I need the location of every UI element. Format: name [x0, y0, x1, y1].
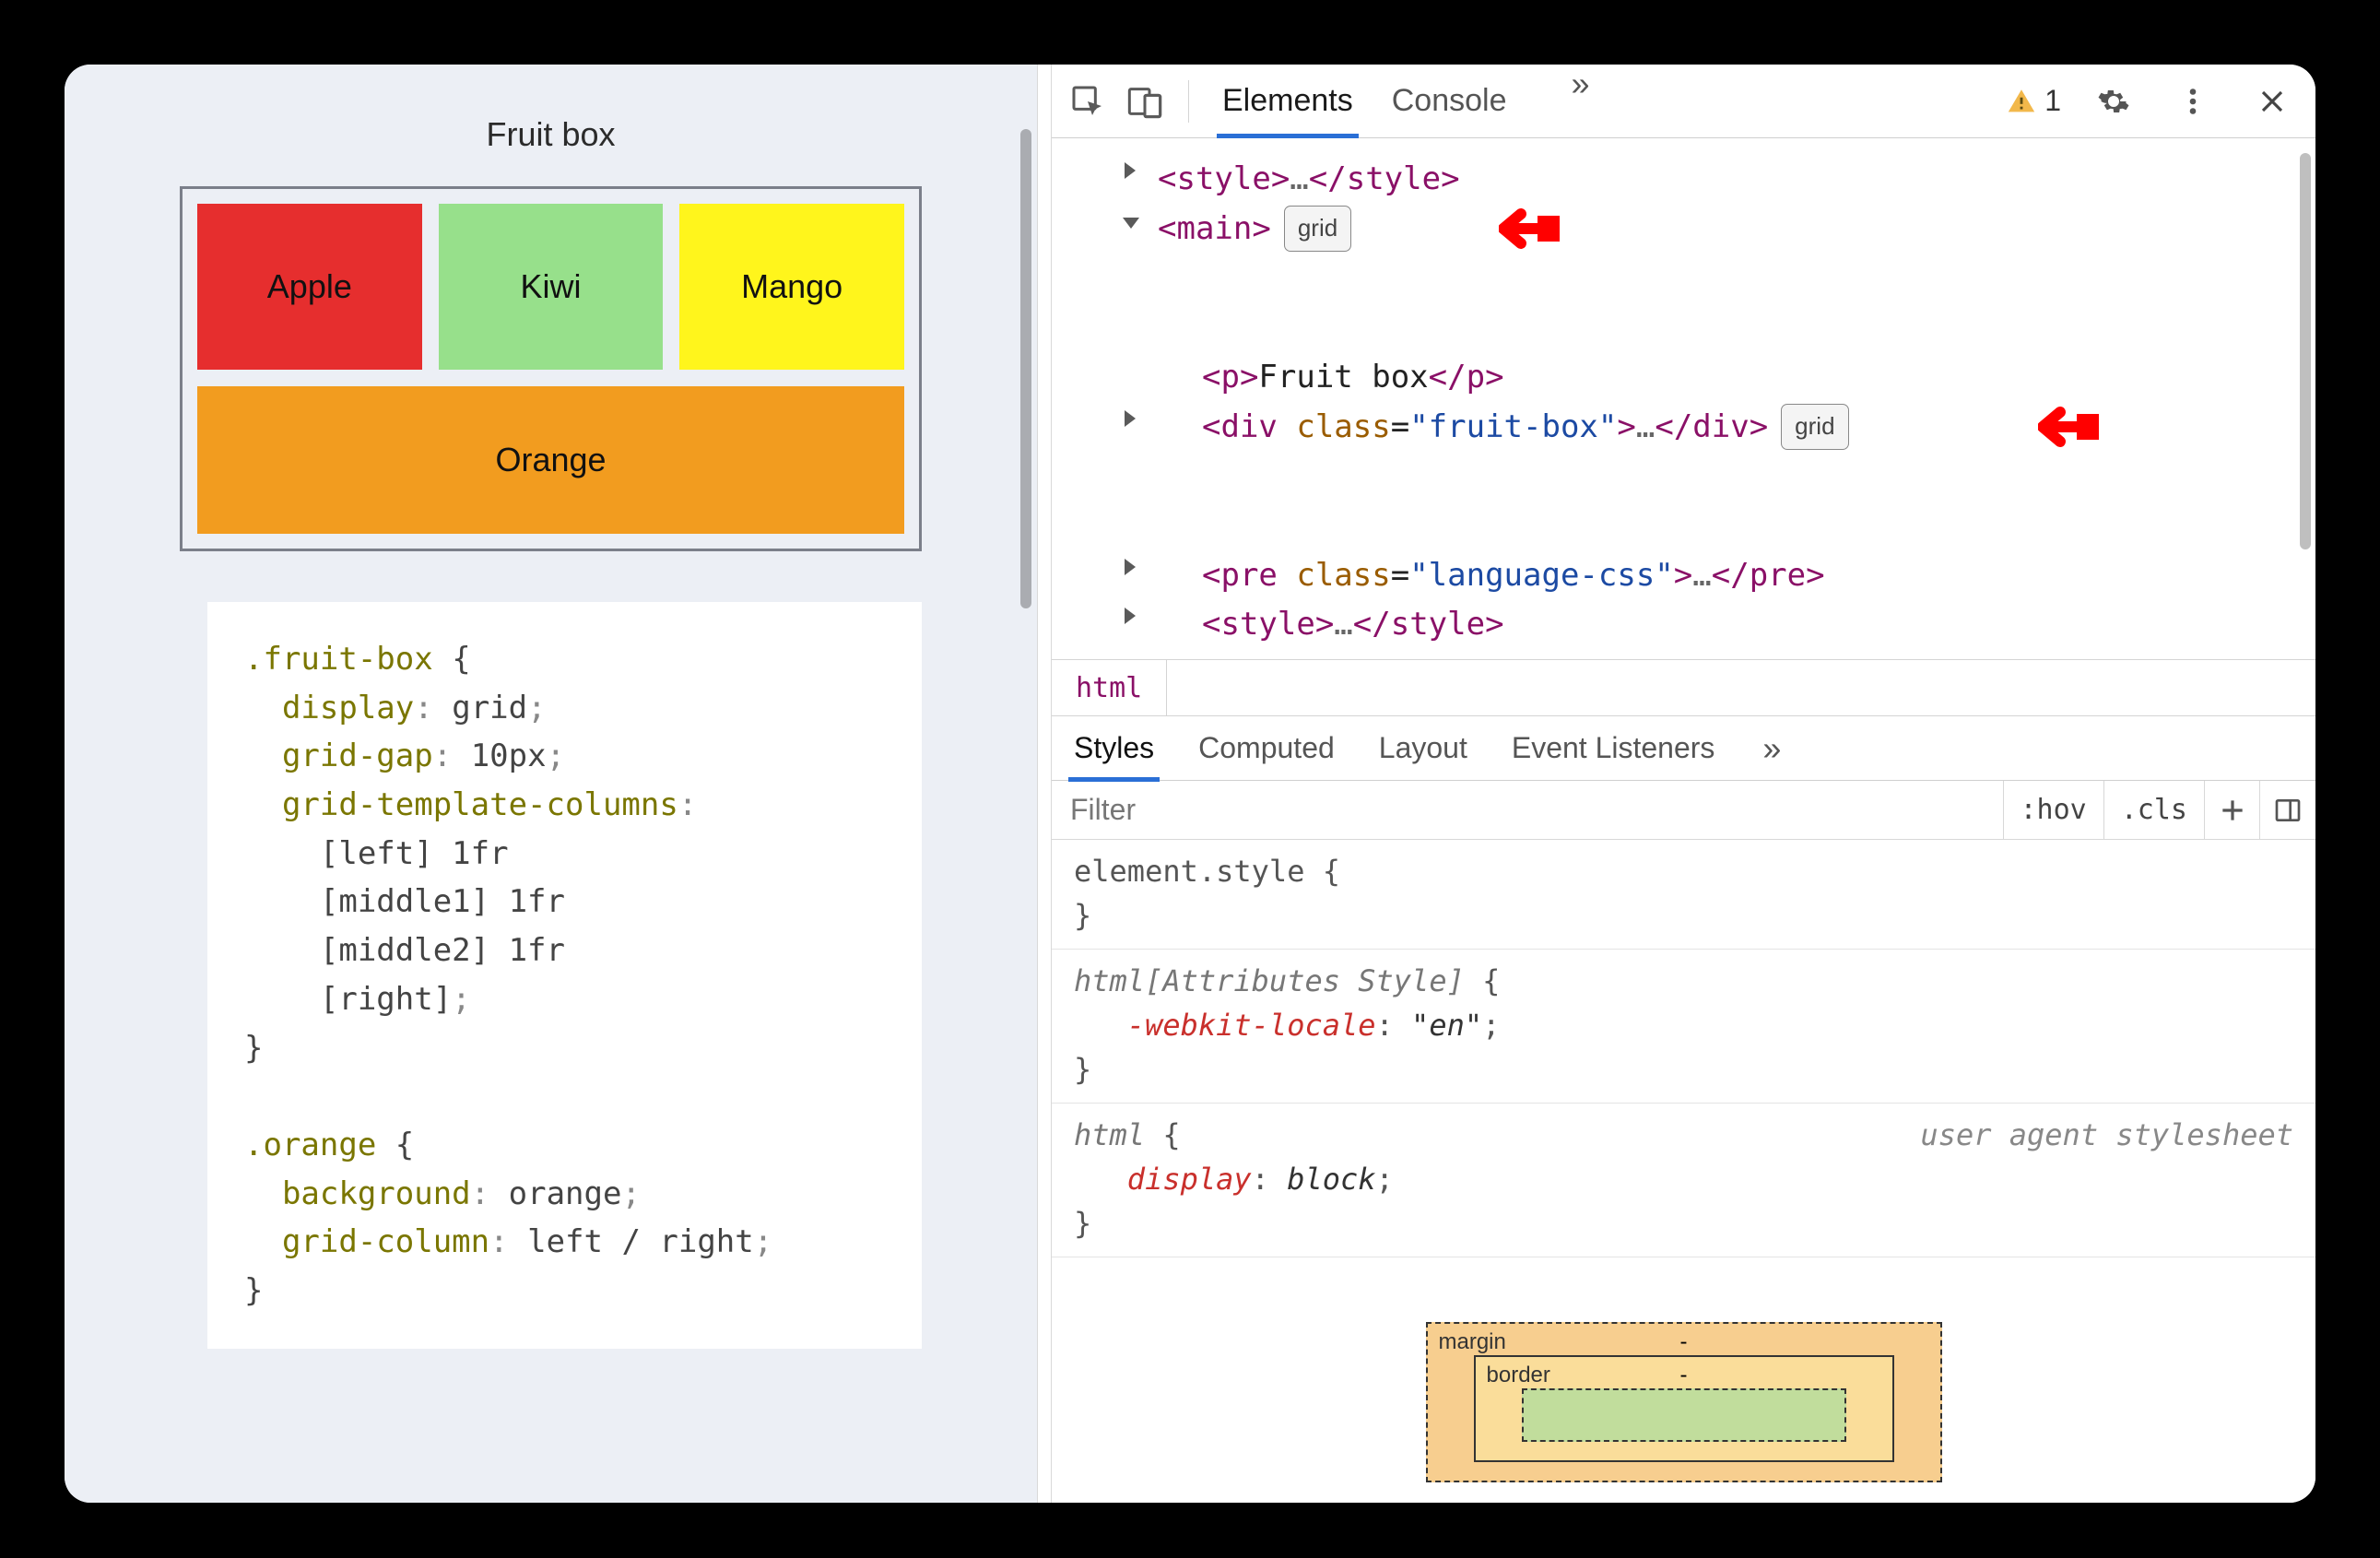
preview-scrollbar-thumb[interactable] [1020, 129, 1031, 608]
close-icon[interactable] [2245, 75, 2299, 128]
dom-node-pre[interactable]: <pre class="language-css">…</pre> [1158, 551, 2306, 601]
subtab-computed[interactable]: Computed [1196, 731, 1337, 765]
rule-html-ua[interactable]: user agent stylesheet html { display: bl… [1052, 1104, 2315, 1257]
page-preview-pane: Fruit box Apple Kiwi Mango Orange .fruit… [65, 65, 1037, 1503]
grid-badge[interactable]: grid [1284, 206, 1351, 252]
dom-node-style2[interactable]: <style>…</style> [1158, 600, 2306, 650]
annotation-arrow-icon [2038, 405, 2103, 449]
gear-icon[interactable] [2087, 75, 2140, 128]
dom-node-div-fruitbox[interactable]: <div class="fruit-box">…</div>grid [1158, 403, 2306, 551]
app-window: Fruit box Apple Kiwi Mango Orange .fruit… [65, 65, 2315, 1503]
cls-toggle[interactable]: .cls [2104, 781, 2205, 839]
page-title: Fruit box [180, 115, 922, 154]
toggle-sidebar-icon[interactable] [2260, 781, 2315, 839]
tabs-overflow-icon[interactable]: » [1571, 65, 1589, 137]
device-toolbar-icon[interactable] [1118, 75, 1172, 128]
css-code-block: .fruit-box { display: grid; grid-gap: 10… [207, 602, 922, 1349]
devtools-toolbar: Elements Console » 1 [1052, 65, 2315, 138]
inspect-element-icon[interactable] [1061, 75, 1114, 128]
hov-toggle[interactable]: :hov [2004, 781, 2104, 839]
tab-console[interactable]: Console [1390, 65, 1509, 137]
dom-node-main[interactable]: <main>grid [1158, 205, 2306, 353]
style-rules-list[interactable]: element.style {} html[Attributes Style] … [1052, 840, 2315, 1257]
subtab-layout[interactable]: Layout [1377, 731, 1469, 765]
devtools-pane: Elements Console » 1 [1052, 65, 2315, 1503]
new-style-rule-icon[interactable] [2205, 781, 2260, 839]
devtools-tabstrip: Elements Console » [1220, 65, 1590, 137]
fruit-orange: Orange [197, 386, 904, 534]
dom-node-style[interactable]: <style>…</style> [1158, 155, 2306, 205]
fruit-apple: Apple [197, 204, 422, 370]
kebab-menu-icon[interactable] [2166, 75, 2220, 128]
devtools-scrollbar-thumb[interactable] [2300, 153, 2311, 549]
annotation-arrow-icon [1499, 207, 1563, 251]
grid-badge[interactable]: grid [1781, 404, 1848, 450]
fruit-mango: Mango [679, 204, 904, 370]
styles-subtabs: Styles Computed Layout Event Listeners » [1052, 716, 2315, 781]
box-model-border-label: border [1487, 1363, 1550, 1388]
pane-splitter[interactable] [1037, 65, 1052, 1503]
elements-dom-tree[interactable]: <style>…</style> <main>grid <p>Fruit box… [1052, 138, 2315, 659]
tab-elements[interactable]: Elements [1220, 65, 1355, 137]
warnings-count: 1 [2044, 84, 2061, 118]
styles-filter-row: Filter :hov .cls [1052, 781, 2315, 840]
box-model-margin-label: margin [1439, 1329, 1506, 1355]
fruit-kiwi: Kiwi [439, 204, 664, 370]
box-model-diagram[interactable]: margin - border - [1052, 1257, 2315, 1503]
dom-node-p[interactable]: <p>Fruit box</p> [1158, 353, 2306, 403]
subtabs-overflow-icon[interactable]: » [1762, 729, 1781, 768]
fruit-box-grid: Apple Kiwi Mango Orange [180, 186, 922, 551]
rule-element-style[interactable]: element.style {} [1052, 840, 2315, 950]
breadcrumb-html[interactable]: html [1052, 660, 1167, 715]
breadcrumb: html [1052, 659, 2315, 716]
styles-filter-input[interactable]: Filter [1052, 781, 2004, 839]
subtab-styles[interactable]: Styles [1072, 731, 1156, 765]
warnings-badge[interactable]: 1 [2006, 84, 2061, 118]
rule-origin: user agent stylesheet [1920, 1113, 2293, 1157]
rule-html-attributes[interactable]: html[Attributes Style] { -webkit-locale:… [1052, 950, 2315, 1104]
subtab-event-listeners[interactable]: Event Listeners [1510, 731, 1717, 765]
